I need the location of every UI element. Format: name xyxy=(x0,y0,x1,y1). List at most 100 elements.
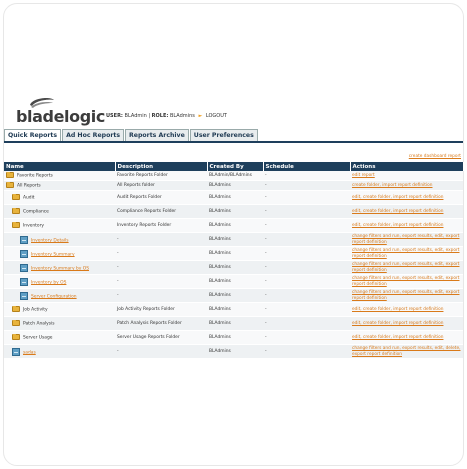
folder-icon xyxy=(6,171,14,179)
cell-schedule: - xyxy=(263,260,350,275)
cell-created-by: BLAdmins xyxy=(207,302,263,317)
cell-name: Server Configuration xyxy=(4,288,115,303)
row-actions-links[interactable]: edit report xyxy=(352,173,375,178)
row-actions-links[interactable]: create folder, import report definition xyxy=(352,183,432,188)
cell-name: Compliance xyxy=(4,204,115,219)
folder-name: Audit xyxy=(23,195,35,201)
cell-created-by: BLAdmins xyxy=(207,330,263,345)
report-name-link[interactable]: Inventory Summary by OS xyxy=(31,266,89,271)
cell-name: Inventory xyxy=(4,218,115,233)
report-name-link[interactable]: sadas xyxy=(23,350,36,355)
cell-schedule: - xyxy=(263,246,350,261)
cell-description: Compliance Reports Folder xyxy=(115,204,207,219)
folder-name: Compliance xyxy=(23,209,49,215)
cell-actions: edit, create folder, import report defin… xyxy=(350,190,463,205)
cell-description: Patch Analysis Reports Folder xyxy=(115,316,207,331)
folder-icon xyxy=(12,221,20,229)
row-actions-links[interactable]: change filters and run, export results, … xyxy=(352,276,460,286)
cell-schedule: - xyxy=(263,171,350,181)
cell-name: Job Activity xyxy=(4,302,115,317)
report-name-link[interactable]: Server Configuration xyxy=(31,294,77,299)
table-header-row: Name Description Created By Schedule Act… xyxy=(4,162,464,171)
table-row: Favorite Reports Favorite Reports Folder B… xyxy=(4,171,463,181)
row-actions-links[interactable]: edit, create folder, import report defin… xyxy=(352,321,443,326)
cell-description: Favorite Reports Folder xyxy=(115,171,207,181)
cell-description: - xyxy=(115,274,207,289)
cell-created-by: BLAdmin/BLAdmins xyxy=(207,171,263,181)
folder-icon xyxy=(12,305,20,313)
user-info: USER: BLAdmin | ROLE: BLAdmins ► LOGOUT xyxy=(106,113,227,119)
cell-name: Audit xyxy=(4,190,115,205)
row-actions-links[interactable]: edit, create folder, import report defin… xyxy=(352,195,443,200)
table-row: Inventory Inventory Reports Folder BLAdmin… xyxy=(4,218,463,233)
tab-bar: Quick Reports Ad Hoc Reports Reports Arc… xyxy=(4,129,259,142)
row-actions-links[interactable]: edit, create folder, import report defin… xyxy=(352,335,443,340)
cell-name: Inventory by OS xyxy=(4,274,115,289)
table-row: Patch Analysis Patch Analysis Reports Fol… xyxy=(4,316,463,331)
cell-actions: edit, create folder, import report defin… xyxy=(350,302,463,317)
table-row: Inventory Summary by OS - BLAdmins - change … xyxy=(4,260,463,275)
table-row: Inventory by OS - BLAdmins - change filters … xyxy=(4,274,463,289)
cell-schedule: - xyxy=(263,180,350,191)
column-header-name[interactable]: Name xyxy=(4,162,116,171)
cell-created-by: BLAdmins xyxy=(207,232,263,247)
bladelogic-logo: bladelogic xyxy=(16,96,112,126)
cell-created-by: BLAdmins xyxy=(207,344,263,359)
create-dashboard-report-link[interactable]: create dashboard report xyxy=(409,154,461,159)
folder-name: Job Activity xyxy=(23,307,48,313)
report-name-link[interactable]: Inventory by OS xyxy=(31,280,66,285)
logout-link[interactable]: LOGOUT xyxy=(206,113,227,119)
folder-icon xyxy=(12,333,20,341)
column-header-created-by[interactable]: Created By xyxy=(207,162,264,171)
cell-actions: change filters and run, export results, … xyxy=(350,288,463,303)
table-row: Server Configuration - BLAdmins - change fil… xyxy=(4,288,463,303)
folder-name: Patch Analysis xyxy=(23,321,55,327)
cell-description: Inventory Reports Folder xyxy=(115,218,207,233)
cell-schedule: - xyxy=(263,204,350,219)
cell-created-by: BLAdmins xyxy=(207,260,263,275)
cell-schedule: - xyxy=(263,218,350,233)
folder-icon xyxy=(12,319,20,327)
cell-schedule: - xyxy=(263,316,350,331)
cell-name: Favorite Reports xyxy=(4,171,115,181)
cell-description: - xyxy=(115,344,207,359)
row-actions-links[interactable]: change filters and run, export results, … xyxy=(352,248,460,258)
report-icon xyxy=(12,347,20,356)
cell-created-by: BLAdmins xyxy=(207,180,263,191)
role-label: ROLE: xyxy=(151,113,169,119)
table-row: Compliance Compliance Reports Folder BLAdm… xyxy=(4,204,463,219)
cell-created-by: BLAdmins xyxy=(207,204,263,219)
row-actions-links[interactable]: edit, create folder, import report defin… xyxy=(352,209,443,214)
cell-description: Server Usage Reports Folder xyxy=(115,330,207,345)
report-name-link[interactable]: Inventory Details xyxy=(31,238,69,243)
cell-actions: edit, create folder, import report defin… xyxy=(350,330,463,345)
column-header-actions[interactable]: Actions xyxy=(350,162,464,171)
folder-icon xyxy=(6,181,14,189)
tab-ad-hoc-reports[interactable]: Ad Hoc Reports xyxy=(62,129,125,141)
row-actions-links[interactable]: change filters and run, export results, … xyxy=(352,234,460,244)
cell-name: sadas xyxy=(4,344,115,359)
report-icon xyxy=(20,263,28,272)
column-header-description[interactable]: Description xyxy=(115,162,208,171)
cell-description: - xyxy=(115,260,207,275)
folder-icon xyxy=(12,207,20,215)
report-icon xyxy=(20,291,28,300)
user-label: USER: xyxy=(106,113,123,119)
row-actions-links[interactable]: change filters and run, export results, … xyxy=(352,262,460,272)
logo-text: bladelogic xyxy=(16,107,105,126)
table-row: All Reports All Reports folder BLAdmins - cr… xyxy=(4,180,463,191)
report-icon xyxy=(20,277,28,286)
tab-user-preferences[interactable]: User Preferences xyxy=(189,129,258,141)
row-actions-links[interactable]: edit, create folder, import report defin… xyxy=(352,223,443,228)
table-row: Job Activity Job Activity Reports Folder B… xyxy=(4,302,463,317)
cell-actions: create folder, import report definition xyxy=(350,180,463,191)
report-name-link[interactable]: Inventory Summary xyxy=(31,252,75,257)
cell-description: - xyxy=(115,246,207,261)
user-value: BLAdmin xyxy=(124,113,147,119)
tab-reports-archive[interactable]: Reports Archive xyxy=(125,129,189,141)
folder-name: Favorite Reports xyxy=(17,173,53,179)
row-actions-links[interactable]: edit, create folder, import report defin… xyxy=(352,307,443,312)
row-actions-links[interactable]: change filters and run, export results, … xyxy=(352,290,460,300)
row-actions-links[interactable]: change filters and run, export results, … xyxy=(352,346,460,356)
column-header-schedule[interactable]: Schedule xyxy=(263,162,351,171)
